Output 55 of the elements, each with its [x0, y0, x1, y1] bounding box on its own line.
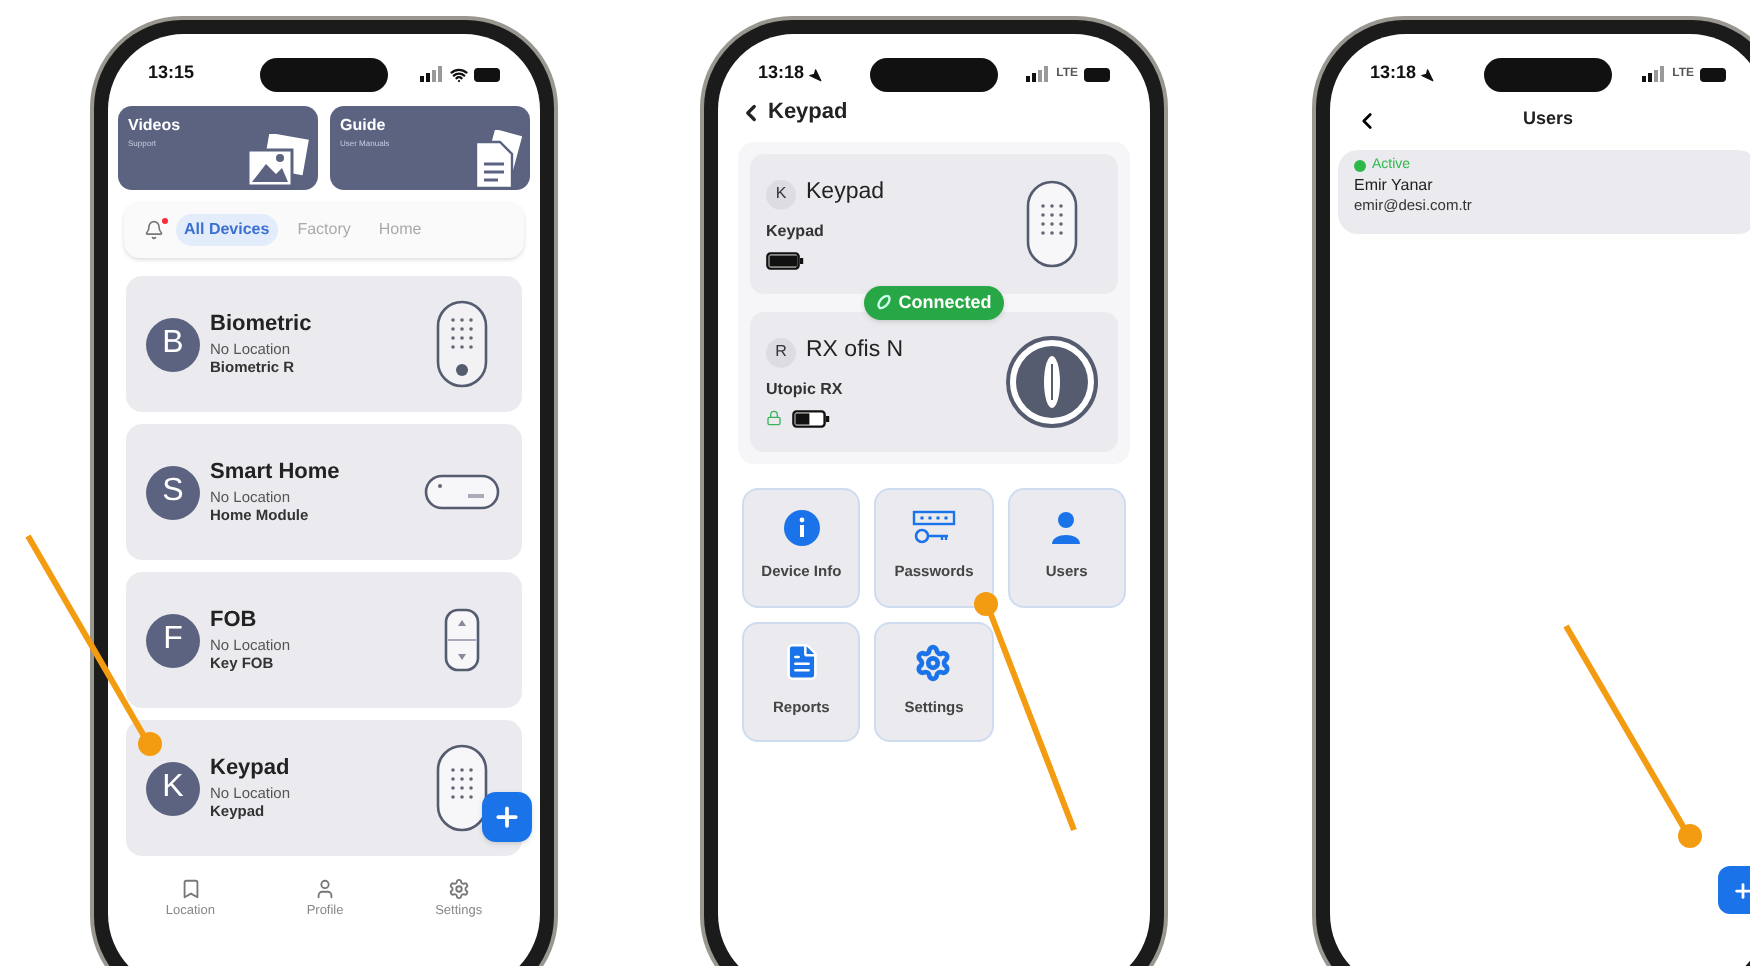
- bookmark-icon: [179, 878, 202, 900]
- device-name: Keypad: [806, 178, 885, 209]
- battery-icon: [1700, 67, 1726, 81]
- status-time: 13:18: [758, 60, 805, 87]
- signal-icon: [1026, 66, 1051, 82]
- device-avatar: K: [766, 179, 796, 209]
- device-avatar: F: [146, 613, 200, 667]
- screen-title: Users: [1522, 106, 1574, 133]
- password-key-icon: [911, 510, 956, 547]
- promo-title: Videos: [128, 114, 183, 138]
- device-name: FOB: [210, 607, 259, 635]
- plus-icon: [1731, 879, 1750, 901]
- device-name: RX ofis N: [806, 336, 904, 367]
- status-time: 13:15: [148, 60, 195, 87]
- signal-icon: [420, 66, 444, 82]
- add-button[interactable]: [482, 792, 532, 842]
- device-avatar: S: [146, 465, 200, 519]
- round-lock-icon: [1006, 335, 1098, 427]
- user-icon: [1048, 510, 1085, 547]
- document-icon: [781, 642, 822, 683]
- signal-icon: [1642, 66, 1667, 82]
- camera-notch: [870, 57, 998, 91]
- device-model: Keypad: [766, 219, 826, 244]
- user-name: Emir Yanar: [1354, 175, 1435, 196]
- device-card[interactable]: R RX ofis N Utopic RX: [750, 311, 1118, 451]
- status-time: 13:18: [1370, 60, 1417, 87]
- device-avatar: K: [146, 761, 200, 815]
- device-name: Biometric: [210, 311, 314, 339]
- battery-icon: [1084, 67, 1110, 81]
- plus-icon: [492, 802, 522, 832]
- key-fob-icon: [444, 608, 480, 672]
- bell-icon[interactable]: [144, 220, 164, 240]
- device-card[interactable]: K Keypad Keypad: [750, 153, 1118, 293]
- battery-icon: [474, 67, 500, 81]
- person-icon: [314, 878, 337, 900]
- keypad-lock-icon: [1026, 179, 1078, 267]
- link-icon: [876, 294, 893, 311]
- device-avatar: R: [766, 337, 796, 367]
- info-icon: [783, 510, 820, 547]
- connection-status: Connected: [898, 289, 992, 315]
- home-module-icon: [424, 472, 500, 512]
- device-name: Smart Home: [210, 459, 342, 487]
- camera-notch: [260, 57, 388, 91]
- biometric-lock-icon: [436, 300, 488, 388]
- wifi-icon: [450, 65, 468, 83]
- device-model: Utopic RX: [766, 377, 845, 402]
- promo-title: Guide: [340, 114, 388, 138]
- keypad-lock-icon: [436, 744, 488, 832]
- filter-chip[interactable]: All Devices: [176, 214, 278, 246]
- back-button[interactable]: Keypad: [718, 96, 868, 129]
- camera-notch: [1484, 57, 1612, 91]
- device-avatar: B: [146, 317, 200, 371]
- device-name: Keypad: [210, 755, 292, 783]
- gear-icon: [914, 643, 953, 682]
- gear-icon: [447, 878, 470, 900]
